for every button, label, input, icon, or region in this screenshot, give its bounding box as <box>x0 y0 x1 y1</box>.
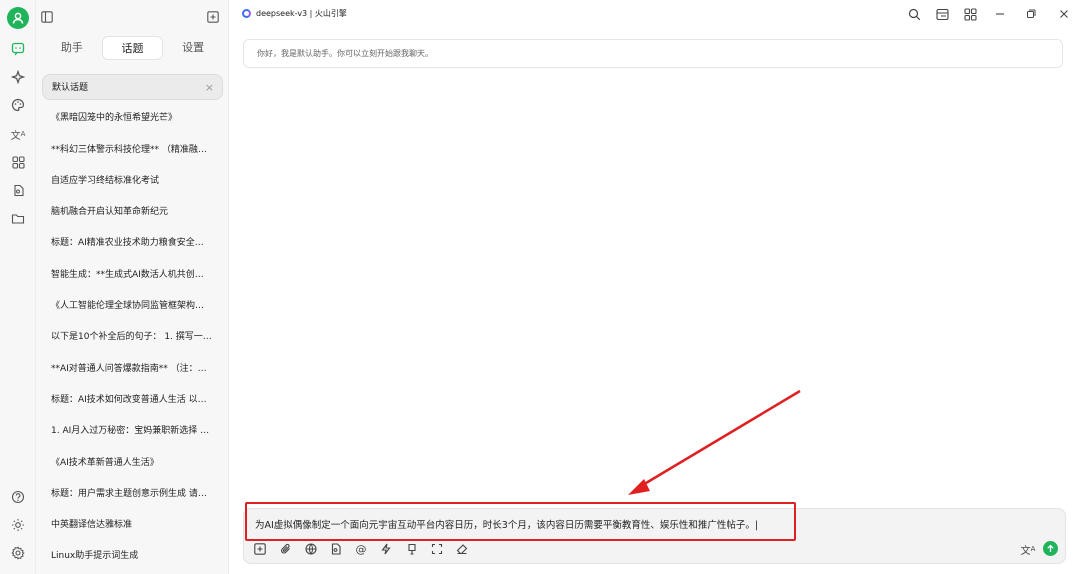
topic-item[interactable]: 《AI技术革新普通人生活》 <box>42 450 223 476</box>
translate-input-icon[interactable]: 文A <box>1020 541 1036 557</box>
palette-icon[interactable] <box>8 95 28 115</box>
knowledge-base-icon[interactable] <box>328 541 344 557</box>
help-icon[interactable] <box>8 487 28 507</box>
new-topic-tool-icon[interactable] <box>252 541 268 557</box>
minimize-icon[interactable] <box>991 5 1009 23</box>
topic-item[interactable]: 智能生成：**生成式AI数活人机共创… <box>42 262 223 288</box>
new-topic-icon[interactable] <box>207 8 219 27</box>
arrow-up-icon <box>1047 544 1054 552</box>
sidebar-tabs: 助手 话题 设置 <box>42 36 223 60</box>
topic-item[interactable]: 以下是10个补全后的句子： 1. 撰写一… <box>42 324 223 350</box>
topic-item[interactable]: 标题：AI技术如何改变普通人生活 以… <box>42 387 223 413</box>
expand-icon[interactable] <box>429 541 445 557</box>
annotation-arrow <box>628 389 801 495</box>
user-avatar[interactable] <box>7 7 29 29</box>
model-logo-icon <box>242 9 251 18</box>
topic-list: 默认话题 × 《黑暗囚笼中的永恒希望光芒》 **科幻三体警示科技伦理** （精准… <box>42 74 223 574</box>
topic-item[interactable]: 脑机融合开启认知革命新纪元 <box>42 199 223 225</box>
assistant-greeting: 你好，我是默认助手。你可以立刻开始跟我聊天。 <box>243 39 1063 68</box>
model-selector[interactable]: deepseek-v3 | 火山引擎 <box>242 8 347 19</box>
user-icon <box>12 12 24 24</box>
web-search-icon[interactable] <box>303 541 319 557</box>
topic-item[interactable]: 《黑暗囚笼中的永恒希望光芒》 <box>42 105 223 131</box>
document-image-icon[interactable] <box>8 180 28 200</box>
folder-icon[interactable] <box>8 208 28 228</box>
quick-phrase-icon[interactable] <box>378 541 394 557</box>
topic-item[interactable]: 自适应学习终结标准化考试 <box>42 168 223 194</box>
chat-icon[interactable] <box>8 39 28 59</box>
send-button[interactable] <box>1043 541 1058 556</box>
restore-icon[interactable] <box>1022 5 1040 23</box>
topic-item[interactable]: 标题：用户需求主题创意示例生成 请… <box>42 481 223 507</box>
mention-icon[interactable]: @ <box>353 541 369 557</box>
tab-settings[interactable]: 设置 <box>163 36 223 60</box>
title-bar: deepseek-v3 | 火山引擎 <box>229 0 1080 30</box>
sparkle-icon[interactable] <box>8 67 28 87</box>
message-input[interactable]: 为AI虚拟偶像制定一个面向元宇宙互动平台内容日历，时长3个月，该内容日历需要平衡… <box>255 517 758 531</box>
layout-icon[interactable] <box>933 5 951 23</box>
topic-label: 默认话题 <box>52 83 89 93</box>
close-icon[interactable]: × <box>205 75 214 99</box>
tab-assistants[interactable]: 助手 <box>42 36 102 60</box>
clear-context-icon[interactable] <box>404 541 420 557</box>
topic-item-default[interactable]: 默认话题 × <box>42 74 223 100</box>
tab-topics[interactable]: 话题 <box>101 36 164 60</box>
model-label: deepseek-v3 | 火山引擎 <box>256 9 347 18</box>
icon-rail: 文A <box>0 0 36 574</box>
brightness-icon[interactable] <box>8 515 28 535</box>
sidebar-toggle-icon[interactable] <box>41 8 53 27</box>
topic-item[interactable]: 《人工智能伦理全球协同监管框架构… <box>42 293 223 319</box>
translate-icon[interactable]: 文A <box>8 124 28 144</box>
topic-item[interactable]: Linux助手提示词生成 <box>42 543 223 569</box>
eraser-icon[interactable] <box>454 541 470 557</box>
mini-apps-icon[interactable] <box>961 5 979 23</box>
attachment-icon[interactable] <box>278 541 294 557</box>
topic-item[interactable]: 标题：AI精准农业技术助力粮食安全… <box>42 230 223 256</box>
apps-grid-icon[interactable] <box>8 152 28 172</box>
topic-item[interactable]: 中英翻译信达雅标准 <box>42 512 223 538</box>
topic-item[interactable]: 1. AI月入过万秘密：宝妈兼职新选择 … <box>42 418 223 444</box>
sidebar-header <box>36 0 229 30</box>
close-window-icon[interactable] <box>1055 5 1073 23</box>
settings-gear-icon[interactable] <box>8 543 28 563</box>
topic-item[interactable]: **科幻三体警示科技伦理** （精准融… <box>42 137 223 163</box>
topic-item[interactable]: **AI对普通人问答爆款指南** （注：… <box>42 356 223 382</box>
search-icon[interactable] <box>905 5 923 23</box>
topics-sidebar: 助手 话题 设置 默认话题 × 《黑暗囚笼中的永恒希望光芒》 **科幻三体警示科… <box>36 0 229 574</box>
